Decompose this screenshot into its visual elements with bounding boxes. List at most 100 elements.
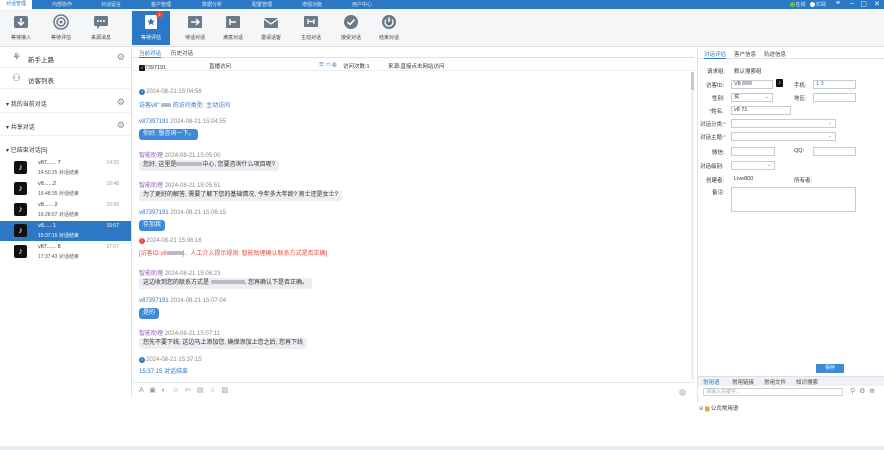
forward-icon <box>224 14 242 30</box>
list-item[interactable]: ♪ v87...... 7 14:50:25 对话结束 14:20 <box>0 158 131 178</box>
visitor-info-bar: ♪ v87397191 直播访问 ☰ ▭ ◍ 访问次数:1 来源:直接点击网站访问 <box>133 59 694 71</box>
waiting-accept-button[interactable]: 等待接入 <box>2 11 40 45</box>
search-action-icons[interactable]: ⚲ ⚙ ⊕ <box>850 387 876 395</box>
conversation-name: v87...... 8 <box>38 244 61 250</box>
tab-conversation-eval[interactable]: 对话评估 <box>704 50 727 59</box>
section-label: ▾ 已结束对话[5] <box>6 148 48 154</box>
tab-track-info[interactable]: 轨迹信息 <box>764 50 786 58</box>
monitor-icon <box>302 14 320 30</box>
gender-select[interactable]: 女 ⌄ <box>731 93 773 102</box>
tab-current-conversation[interactable]: 当前对话 <box>139 49 162 58</box>
tab-common-phrases[interactable]: 常用语 <box>703 378 720 386</box>
region-field[interactable] <box>813 93 856 102</box>
nav-tab-config[interactable]: 配置管理 <box>252 1 272 8</box>
composer-toolbar: A ▣ ◐ ☺ ✄ ▤ ☆ ▨ <box>133 382 694 397</box>
gear-icon[interactable]: ⚙ <box>117 53 125 62</box>
section-shared[interactable]: ▾ 共享对话 ⚙ <box>0 116 131 136</box>
phrase-folder[interactable]: ⊞ ▆ 公司常用语 <box>699 404 738 412</box>
phrase-folder-label: 公司常用语 <box>710 406 739 412</box>
conversation-status: 16:28:07 对话结束 <box>38 212 79 218</box>
accept-conversation-label: 接受对话 <box>340 35 361 41</box>
maximize-icon[interactable]: ▢ <box>860 0 867 8</box>
list-item[interactable]: ♪ v8...... 2 16:28:07 对话结束 15:58 <box>0 200 131 220</box>
chevron-down-icon: ⌄ <box>827 120 832 126</box>
robot-message-header: 智能助理 2024-08-21 15:05:51 <box>139 183 221 189</box>
pending-conversation-button[interactable]: 待话对话 <box>176 11 214 45</box>
wechat-field[interactable] <box>731 147 775 156</box>
qq-field[interactable] <box>813 147 856 156</box>
chevron-down-icon: ⌄ <box>827 133 832 139</box>
list-item[interactable]: ♪ v87...... 8 17:37:43 对话结束 17:07 <box>0 242 131 262</box>
section-my-current[interactable]: ▾ 我的当前对话 ⚙ <box>0 93 131 113</box>
robot-message-header: 智能助理 2024-08-21 15:05:00 <box>139 153 221 159</box>
envelope-icon <box>262 14 280 30</box>
topic-select[interactable]: ⌄ <box>731 132 836 141</box>
nav-tab-enhancements[interactable]: 增强功能 <box>302 1 322 8</box>
nav-tab-user-center[interactable]: 用户中心 <box>352 1 372 8</box>
satisfied-conversation-button[interactable]: 满意对话 <box>214 11 252 45</box>
gear-icon[interactable]: ⚙ <box>117 121 125 130</box>
conversation-name: v87...... 7 <box>38 160 61 166</box>
redacted-mask <box>161 103 172 107</box>
nav-tab-messages[interactable]: 对话留言 <box>101 1 121 8</box>
list-item-selected[interactable]: ♪ v8..... 1 15:37:15 对话结束 15:07 <box>0 221 131 241</box>
category-select[interactable]: ⌄ <box>731 119 836 128</box>
tab-knowledge-search[interactable]: 知识搜索 <box>796 378 818 386</box>
keyword-search-input[interactable]: 请输入关键字... <box>703 388 843 396</box>
sidebar-item-new-visitor[interactable]: ⚘ 新手上路 ⚙ <box>0 48 131 68</box>
nav-tab-conversation-management[interactable]: 对话管理 <box>0 0 33 9</box>
robot-message-bubble: 为了更好的解答, 需要了解下您的基础情况, 今年多大年龄? 男士还是女士? <box>139 190 343 201</box>
minimize-icon[interactable]: – <box>850 0 854 7</box>
device-icons: ☰ ▭ ◍ <box>319 62 337 68</box>
waiting-eval-label: 等待评估 <box>50 35 71 41</box>
tab-history-conversation[interactable]: 历史对话 <box>171 49 193 57</box>
waiting-eval-button[interactable]: 等待评估 <box>42 11 80 45</box>
pending-eval-label: 等待评估 <box>140 35 161 41</box>
composer-icons[interactable]: A ▣ ◐ ☺ ✄ ▤ ☆ ▨ <box>139 386 230 394</box>
pending-conversation-label: 待话对话 <box>184 35 205 41</box>
visitor-message-header: v87397191 2024-08-21 15:04:55 <box>139 119 227 125</box>
active-conversation-button[interactable]: 主动对话 <box>292 11 330 45</box>
list-item[interactable]: ♪ v8......2 16:48:35 对话结束 16:48 <box>0 179 131 199</box>
top-navigation: 对话管理 内部协作 对话留言 客户管理 数据分析 配置管理 增强功能 用户中心 … <box>0 0 884 9</box>
tab-common-files[interactable]: 常用文件 <box>764 378 786 386</box>
menu-icon[interactable]: ≡ <box>836 0 840 7</box>
visitor-message-bubble: 你好, 想咨询一下。 <box>139 129 199 140</box>
nav-tab-customer-management[interactable]: 客户管理 <box>151 1 171 8</box>
chat-scrollbar[interactable] <box>691 72 694 380</box>
gender-label: 性别: <box>712 96 725 102</box>
tiktok-icon: ♪ <box>14 224 27 237</box>
close-icon[interactable]: ✕ <box>874 0 880 8</box>
tab-customer-info[interactable]: 客户信息 <box>734 50 756 58</box>
agent-status[interactable]: 在线 忙碌 <box>789 1 826 8</box>
warning-icon: ! <box>139 238 145 244</box>
section-ended[interactable]: ▾ 已结束对话[5] <box>0 139 131 159</box>
level-select[interactable]: ⌄ <box>731 161 775 170</box>
scroll-left-icon[interactable]: ‹ <box>679 389 686 396</box>
visitor-id-field[interactable]: V8 <box>731 80 773 89</box>
robot-message-header: 智能助理 2024-08-21 15:07:11 <box>139 331 220 337</box>
robot-message-header: 智能助理 2024-08-21 15:06:23 <box>139 271 221 277</box>
gear-icon[interactable]: ⚙ <box>117 98 125 107</box>
pending-eval-button[interactable]: 1 等待评估 <box>132 11 170 45</box>
source-message-button[interactable]: 来源消息 <box>82 11 120 45</box>
invite-visitor-button[interactable]: 邀请话客 <box>252 11 290 45</box>
end-conversation-button[interactable]: 结束对话 <box>370 11 408 45</box>
section-label: ▾ 我的当前对话 <box>6 102 47 108</box>
phone-field[interactable]: 1 3 <box>813 80 856 89</box>
accept-conversation-button[interactable]: 接受对话 <box>332 11 370 45</box>
transfer-icon <box>186 14 204 30</box>
satisfied-conversation-label: 满意对话 <box>222 35 243 41</box>
download-icon <box>12 14 30 30</box>
name-field[interactable]: v8 71 <box>731 106 791 115</box>
tab-common-links[interactable]: 常用链接 <box>732 378 754 386</box>
nav-tab-internal-collab[interactable]: 内部协作 <box>52 1 72 8</box>
redacted-mask <box>210 280 245 284</box>
nav-tab-data-analysis[interactable]: 数据分析 <box>202 1 222 8</box>
save-button[interactable]: 保存 <box>816 364 844 373</box>
scrollbar-thumb[interactable] <box>691 72 694 90</box>
note-textarea[interactable] <box>731 187 856 212</box>
request-group-label: 请求组: <box>707 69 726 75</box>
sidebar-item-visitor-list[interactable]: ⚇ 访客列表 <box>0 69 131 89</box>
wechat-label: 微信: <box>712 150 725 156</box>
